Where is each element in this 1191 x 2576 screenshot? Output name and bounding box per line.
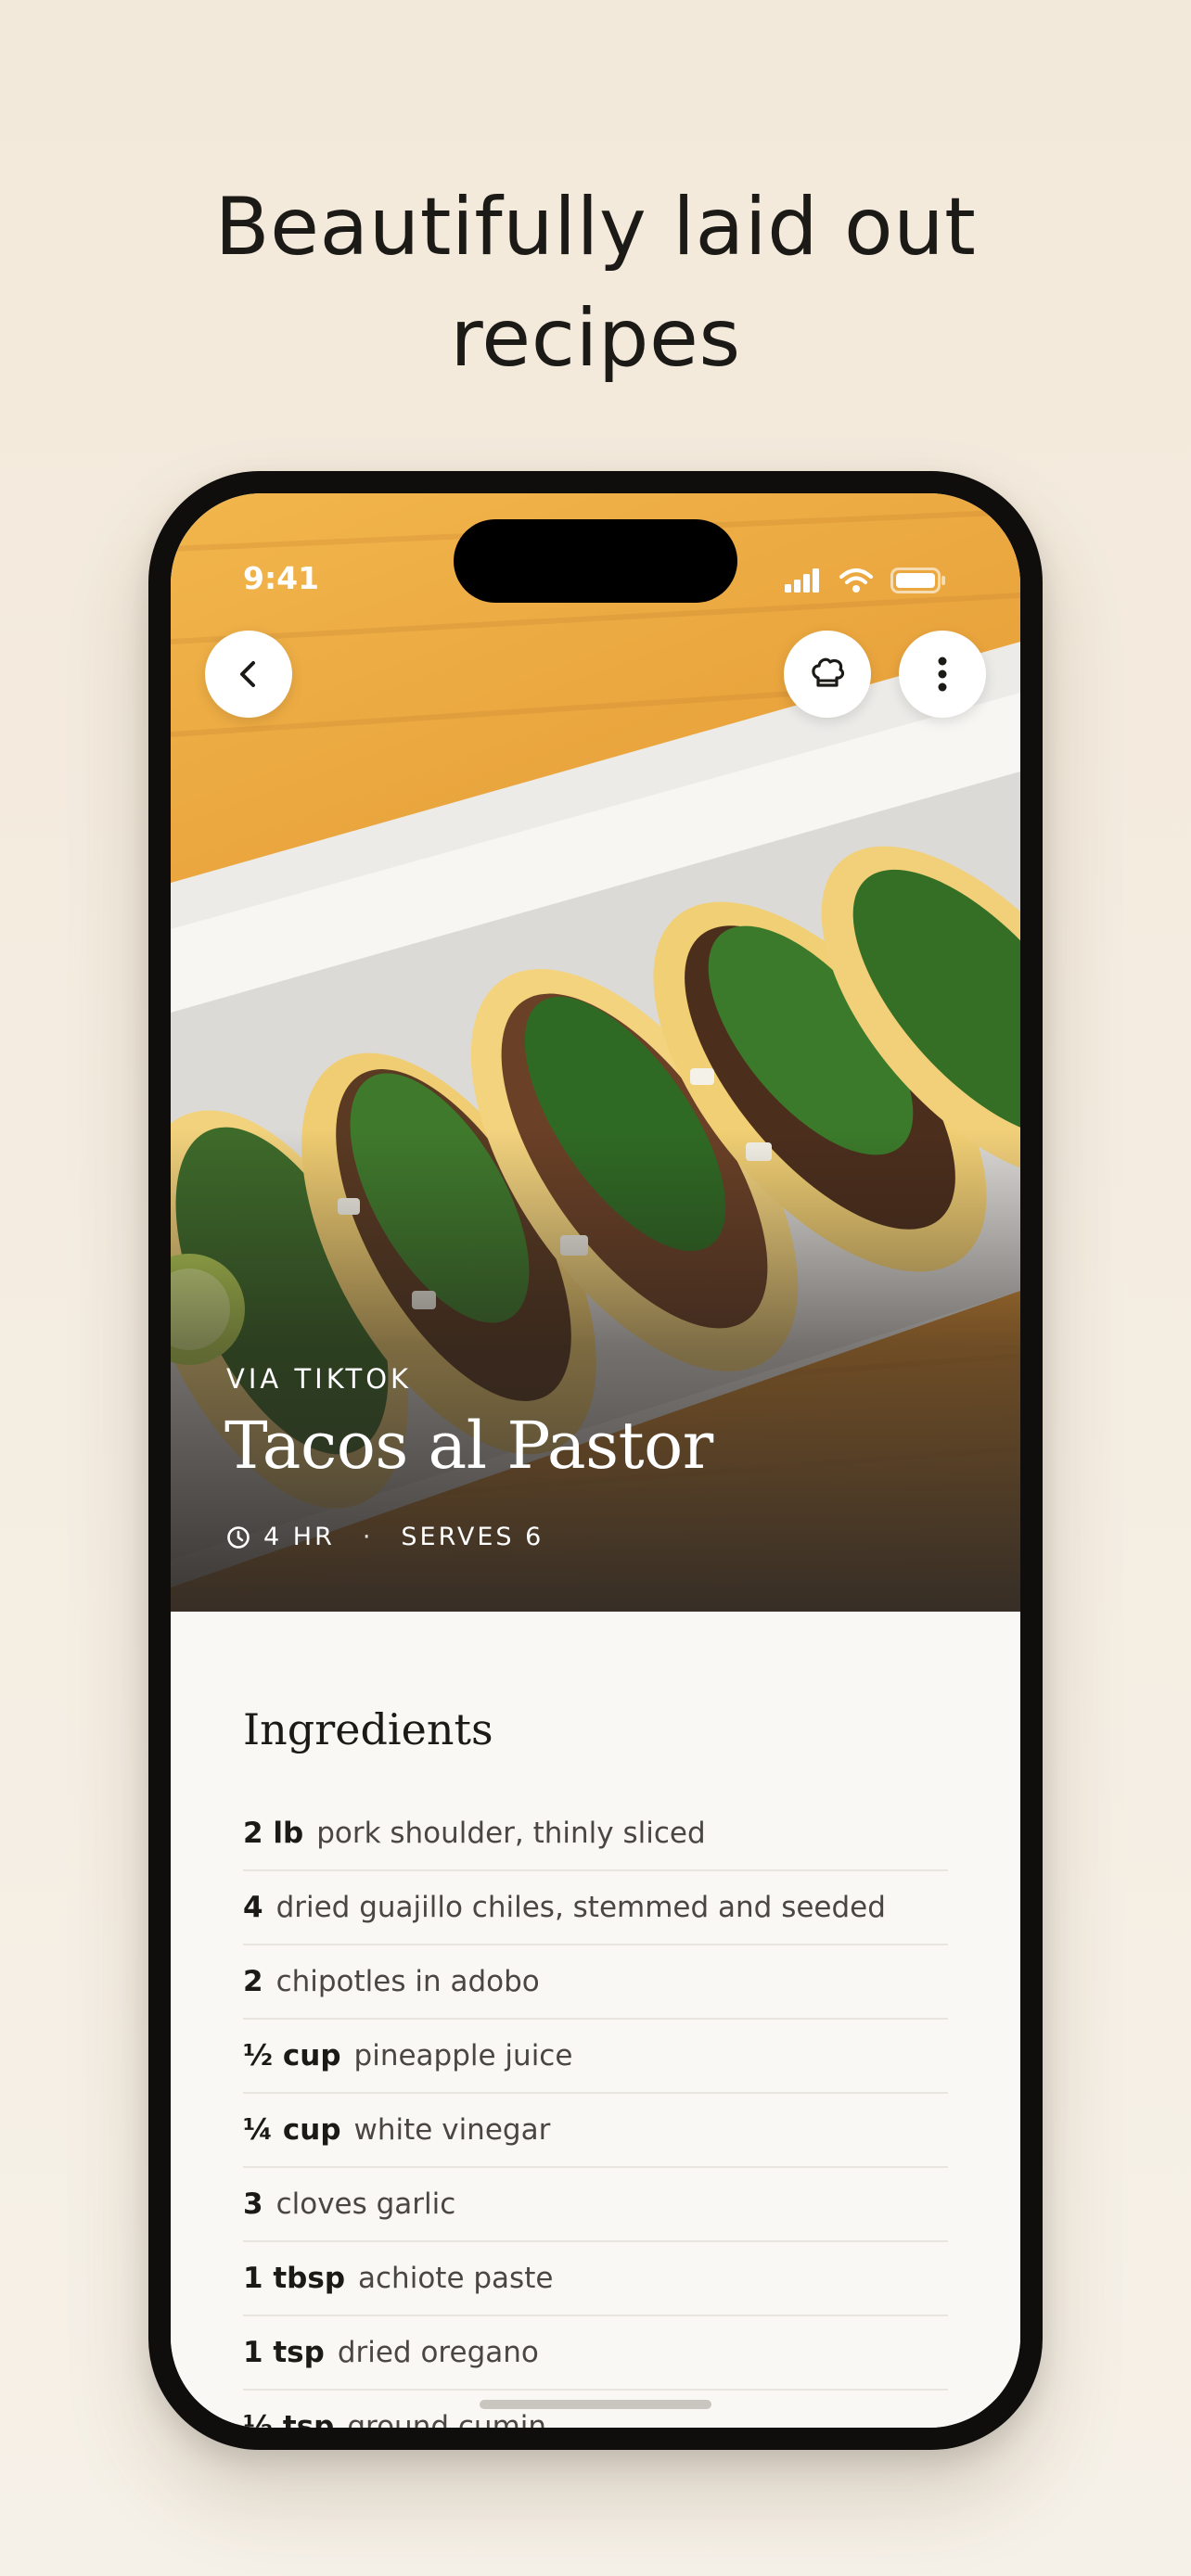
ingredient-name: dried guajillo chiles, stemmed and seede… xyxy=(275,1891,886,1924)
home-indicator[interactable] xyxy=(480,2400,711,2409)
ingredient-quantity: ½ cup xyxy=(243,2039,341,2072)
more-options-button[interactable] xyxy=(899,631,986,718)
battery-icon xyxy=(890,567,945,593)
recipe-content: Ingredients 2 lb pork shoulder, thinly sl… xyxy=(171,1612,1020,2428)
recipe-servings: SERVES 6 xyxy=(401,1523,544,1551)
cellular-signal-icon xyxy=(785,568,819,593)
ingredient-name: achiote paste xyxy=(358,2262,554,2295)
recipe-title: Tacos al Pastor xyxy=(224,1408,713,1484)
recipe-source: VIA TIKTOK xyxy=(226,1363,413,1395)
wifi-icon xyxy=(839,568,873,593)
ingredient-quantity: ¼ cup xyxy=(243,2113,341,2147)
ingredient-name: pineapple juice xyxy=(353,2039,573,2072)
headline-line-2: recipes xyxy=(450,292,741,385)
ingredient-name: white vinegar xyxy=(353,2113,551,2147)
ingredient-name: chipotles in adobo xyxy=(275,1965,540,1998)
ingredient-name: pork shoulder, thinly sliced xyxy=(316,1817,706,1850)
ingredient-item[interactable]: 4 dried guajillo chiles, stemmed and seed… xyxy=(243,1871,948,1945)
dynamic-island xyxy=(454,519,737,603)
ingredients-heading: Ingredients xyxy=(243,1704,493,1754)
ingredient-quantity: 1 tsp xyxy=(243,2336,325,2369)
chevron-left-icon xyxy=(240,661,255,687)
recipe-meta: 4 HR · SERVES 6 xyxy=(226,1523,544,1551)
ingredient-quantity: ½ tsp xyxy=(243,2410,335,2428)
ingredient-item[interactable]: 1 tsp dried oregano xyxy=(243,2316,948,2391)
ingredients-list: 2 lb pork shoulder, thinly sliced 4 dried … xyxy=(243,1797,948,2428)
ingredient-item[interactable]: ½ cup pineapple juice xyxy=(243,2020,948,2094)
ingredient-item[interactable]: ½ tsp ground cumin xyxy=(243,2391,948,2428)
clock-icon xyxy=(227,1525,250,1549)
phone-screen: 9:41 VIA TIKTOK Tacos al Pastor 4 HR · S… xyxy=(171,493,1020,2428)
ingredient-quantity: 3 xyxy=(243,2187,263,2221)
marketing-headline: Beautifully laid out recipes xyxy=(0,172,1191,394)
ingredient-item[interactable]: 2 lb pork shoulder, thinly sliced xyxy=(243,1797,948,1871)
status-time: 9:41 xyxy=(243,560,320,596)
ingredient-item[interactable]: ¼ cup white vinegar xyxy=(243,2094,948,2168)
meta-separator: · xyxy=(362,1523,374,1551)
chef-hat-icon xyxy=(812,657,845,687)
recipe-time: 4 HR xyxy=(263,1523,335,1551)
ingredient-item[interactable]: 2 chipotles in adobo xyxy=(243,1945,948,2020)
ingredient-quantity: 4 xyxy=(243,1891,263,1924)
ingredient-item[interactable]: 3 cloves garlic xyxy=(243,2168,948,2242)
ingredient-name: dried oregano xyxy=(337,2336,539,2369)
back-button[interactable] xyxy=(205,631,292,718)
ingredient-quantity: 2 xyxy=(243,1965,263,1998)
ingredient-name: ground cumin xyxy=(347,2410,547,2428)
ingredient-quantity: 2 lb xyxy=(243,1817,304,1850)
more-vertical-icon xyxy=(938,657,947,692)
ingredient-quantity: 1 tbsp xyxy=(243,2262,346,2295)
headline-line-1: Beautifully laid out xyxy=(214,181,977,274)
phone-frame: 9:41 VIA TIKTOK Tacos al Pastor 4 HR · S… xyxy=(148,471,1043,2450)
ingredient-item[interactable]: 1 tbsp achiote paste xyxy=(243,2242,948,2316)
status-icons xyxy=(785,567,946,593)
cook-mode-button[interactable] xyxy=(784,631,871,718)
ingredient-name: cloves garlic xyxy=(275,2187,456,2221)
